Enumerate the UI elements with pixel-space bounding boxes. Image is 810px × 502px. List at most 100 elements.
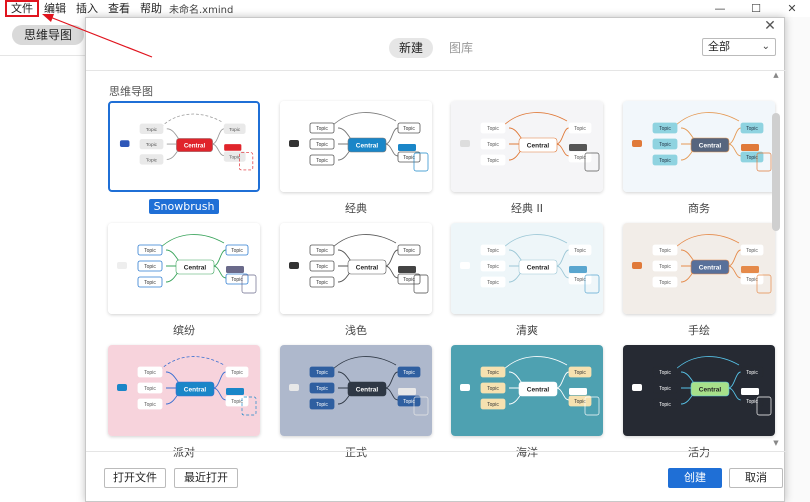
template-preview: Topic Topic Topic Central Topic Topic (451, 345, 603, 436)
template-label: 商务 (623, 200, 775, 216)
central-topic-text: Central (356, 143, 379, 150)
topic-text: Topic (659, 370, 671, 376)
scrollbar[interactable]: ▲ ▼ (770, 71, 782, 451)
template-label-text: 缤纷 (173, 324, 195, 337)
topic-text: Topic (229, 155, 241, 161)
topic-text: Topic (659, 402, 671, 408)
menu-view[interactable]: 查看 (103, 0, 135, 17)
dialog-close-button[interactable]: ✕ (762, 18, 778, 34)
template-label-text: 清爽 (516, 324, 538, 337)
central-topic-text: Central (356, 387, 379, 394)
topic-text: Topic (746, 399, 758, 405)
topic-text: Topic (659, 386, 671, 392)
topic-text: Topic (403, 399, 415, 405)
topic-text: Topic (144, 370, 156, 376)
topic-text: Topic (316, 264, 328, 270)
chevron-down-icon: ⌄ (761, 41, 770, 52)
topic-text: Topic (487, 280, 499, 286)
template-label-text: Snowbrush (148, 199, 220, 214)
menu-edit[interactable]: 编辑 (39, 0, 71, 17)
topic-text: Topic (146, 127, 158, 133)
close-window-button[interactable]: ✕ (774, 0, 810, 17)
template-preview: Topic Topic Topic Central Topic Topic (280, 101, 432, 192)
template-label: 经典 (280, 200, 432, 216)
maximize-button[interactable]: ☐ (738, 0, 774, 17)
topic-text: Topic (316, 126, 328, 132)
topic-text: Topic (316, 142, 328, 148)
cancel-button[interactable]: 取消 (729, 468, 783, 488)
template-card[interactable]: Topic Topic Topic Central Topic Topic (623, 101, 775, 192)
topic-text: Topic (316, 158, 328, 164)
central-topic-text: Central (527, 265, 550, 272)
recent-button[interactable]: 最近打开 (174, 468, 238, 488)
topic-text: Topic (144, 280, 156, 286)
template-label-text: 活力 (688, 446, 710, 459)
central-topic-text: Central (184, 387, 207, 394)
scroll-up-icon[interactable]: ▲ (772, 71, 780, 79)
category-filter-select[interactable]: 全部 ⌄ (702, 38, 776, 56)
divider (86, 70, 786, 71)
create-button[interactable]: 创建 (668, 468, 722, 488)
minimize-button[interactable]: — (702, 0, 738, 17)
template-card[interactable]: Topic Topic Topic Central Topic Topic (108, 223, 260, 314)
topic-text: Topic (231, 399, 243, 405)
topic-text: Topic (146, 158, 158, 164)
template-card[interactable]: Topic Topic Topic Central Topic Topic (623, 223, 775, 314)
document-title: 未命名.xmind (169, 5, 234, 16)
topic-text: Topic (659, 142, 671, 148)
topic-text: Topic (659, 126, 671, 132)
menu-help[interactable]: 帮助 (135, 0, 167, 17)
topic-text: Topic (659, 248, 671, 254)
topic-text: Topic (403, 248, 415, 254)
template-card[interactable]: Topic Topic Topic Central Topic Topic (280, 223, 432, 314)
template-label: 经典 II (451, 200, 603, 216)
central-topic-text: Central (527, 143, 550, 150)
editor-right-edge (785, 17, 810, 502)
template-card[interactable]: Topic Topic Topic Central Topic Topic (280, 101, 432, 192)
template-preview: Topic Topic Topic Central Topic Topic (623, 345, 775, 436)
tab-gallery[interactable]: 图库 (439, 38, 483, 58)
template-preview: Topic Topic Topic Central Topic Topic (280, 345, 432, 436)
template-card[interactable]: Topic Topic Topic Central Topic Topic (623, 345, 775, 436)
minimize-icon: — (714, 2, 726, 15)
topic-text: Topic (231, 248, 243, 254)
template-card[interactable]: Topic Topic Topic Central Topic Topic (451, 223, 603, 314)
central-topic-text: Central (184, 265, 207, 272)
scroll-down-icon[interactable]: ▼ (772, 439, 780, 447)
central-topic-text: Central (356, 265, 379, 272)
toolbar: 思维导图 (0, 17, 85, 55)
template-label-text: 正式 (345, 446, 367, 459)
divider (86, 451, 786, 452)
topic-text: Topic (574, 155, 586, 161)
topic-text: Topic (229, 127, 241, 133)
topic-text: Topic (144, 248, 156, 254)
topic-text: Topic (231, 277, 243, 283)
template-card[interactable]: Topic Topic Topic Central Topic Topic (108, 101, 260, 192)
template-label: 手绘 (623, 322, 775, 338)
template-preview: Topic Topic Topic Central Topic Topic (108, 223, 260, 314)
topic-text: Topic (574, 399, 586, 405)
topic-text: Topic (487, 126, 499, 132)
topic-text: Topic (403, 277, 415, 283)
template-preview: Topic Topic Topic Central Topic Topic (451, 101, 603, 192)
scroll-thumb[interactable] (772, 113, 780, 231)
template-card[interactable]: Topic Topic Topic Central Topic Topic (451, 101, 603, 192)
topic-text: Topic (403, 126, 415, 132)
template-card[interactable]: Topic Topic Topic Central Topic Topic (280, 345, 432, 436)
menu-file[interactable]: 文件 (5, 0, 39, 17)
template-card[interactable]: Topic Topic Topic Central Topic Topic (451, 345, 603, 436)
mindmap-chip[interactable]: 思维导图 (12, 25, 85, 45)
close-icon: ✕ (764, 18, 776, 34)
template-label: 浅色 (280, 322, 432, 338)
template-label: 派对 (108, 444, 260, 460)
template-label-text: 浅色 (345, 324, 367, 337)
tab-new[interactable]: 新建 (388, 38, 433, 58)
filter-value: 全部 (708, 40, 730, 53)
menu-insert[interactable]: 插入 (71, 0, 103, 17)
topic-text: Topic (659, 264, 671, 270)
template-card[interactable]: Topic Topic Topic Central Topic Topic (108, 345, 260, 436)
open-file-button[interactable]: 打开文件 (104, 468, 166, 488)
topic-text: Topic (574, 277, 586, 283)
topic-text: Topic (231, 370, 243, 376)
central-topic-text: Central (699, 143, 722, 150)
